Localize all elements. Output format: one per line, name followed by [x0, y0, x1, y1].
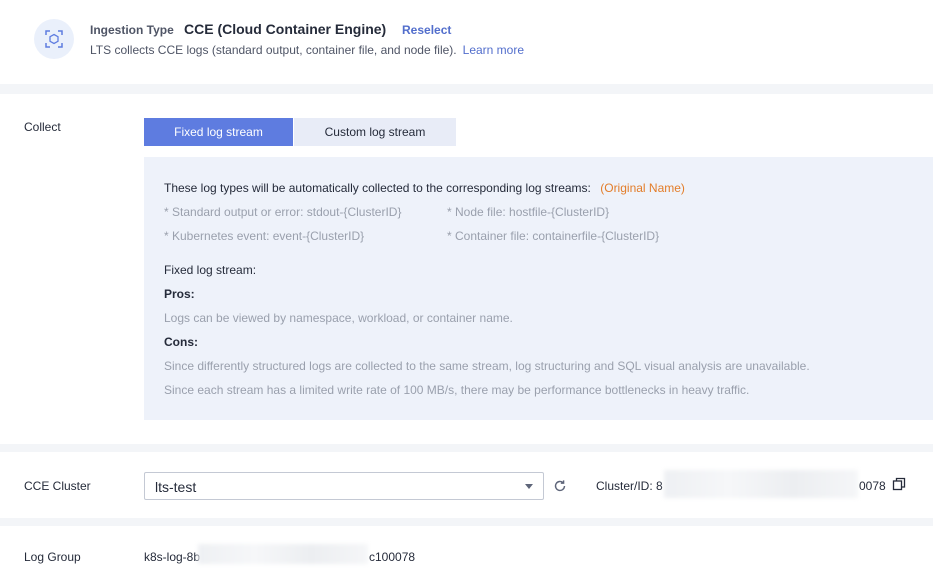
fixed-stream-heading: Fixed log stream:: [164, 263, 257, 277]
log-group-value-suffix: c100078: [369, 550, 416, 564]
cce-cluster-label: CCE Cluster: [24, 479, 91, 493]
cluster-id-label: Cluster/ID:: [596, 479, 653, 493]
info-intro: These log types will be automatically co…: [164, 181, 685, 195]
reselect-link[interactable]: Reselect: [402, 23, 451, 37]
log-type-stdout: * Standard output or error: stdout-{Clus…: [164, 205, 402, 219]
log-group-redacted: [198, 544, 368, 564]
cluster-id-suffix: 0078: [859, 479, 886, 493]
ingestion-type-value: CCE (Cloud Container Engine): [184, 21, 387, 37]
cons-label: Cons:: [164, 335, 198, 349]
ingestion-description: LTS collects CCE logs (standard output, …: [90, 43, 524, 57]
copy-icon[interactable]: [892, 477, 906, 491]
fixed-log-stream-info: These log types will be automatically co…: [144, 157, 933, 420]
pros-label: Pros:: [164, 287, 195, 301]
refresh-icon[interactable]: [552, 478, 568, 494]
pros-text: Logs can be viewed by namespace, workloa…: [164, 311, 513, 325]
cluster-id-prefix: 8: [656, 479, 663, 493]
info-intro-text: These log types will be automatically co…: [164, 181, 591, 195]
cce-cluster-select[interactable]: lts-test: [144, 472, 544, 500]
section-divider: [0, 518, 933, 526]
cons-text-rate-limit: Since each stream has a limited write ra…: [164, 383, 750, 397]
log-group-value-prefix: k8s-log-8b: [144, 550, 201, 564]
scan-container-icon: [34, 19, 74, 59]
learn-more-link[interactable]: Learn more: [463, 43, 524, 57]
log-type-node-file: * Node file: hostfile-{ClusterID}: [447, 205, 610, 219]
log-group-label: Log Group: [24, 550, 81, 564]
tab-custom-log-stream[interactable]: Custom log stream: [294, 118, 456, 146]
ingestion-description-text: LTS collects CCE logs (standard output, …: [90, 43, 457, 57]
cluster-id-redacted: [664, 470, 858, 498]
log-type-k8s-event: * Kubernetes event: event-{ClusterID}: [164, 229, 365, 243]
log-stream-tabs: Fixed log stream Custom log stream: [144, 118, 456, 146]
tab-fixed-log-stream[interactable]: Fixed log stream: [144, 118, 293, 146]
cce-cluster-selected-value: lts-test: [155, 479, 197, 495]
collect-label: Collect: [24, 120, 61, 134]
chevron-down-icon: [525, 484, 533, 489]
section-divider: [0, 444, 933, 452]
original-name-note: (Original Name): [600, 181, 685, 195]
log-type-container-file: * Container file: containerfile-{Cluster…: [447, 229, 660, 243]
section-divider: [0, 84, 933, 94]
ingestion-type-label: Ingestion Type: [90, 23, 174, 37]
ingestion-type-card: Ingestion Type CCE (Cloud Container Engi…: [0, 0, 933, 84]
cons-text-structuring: Since differently structured logs are co…: [164, 359, 810, 373]
